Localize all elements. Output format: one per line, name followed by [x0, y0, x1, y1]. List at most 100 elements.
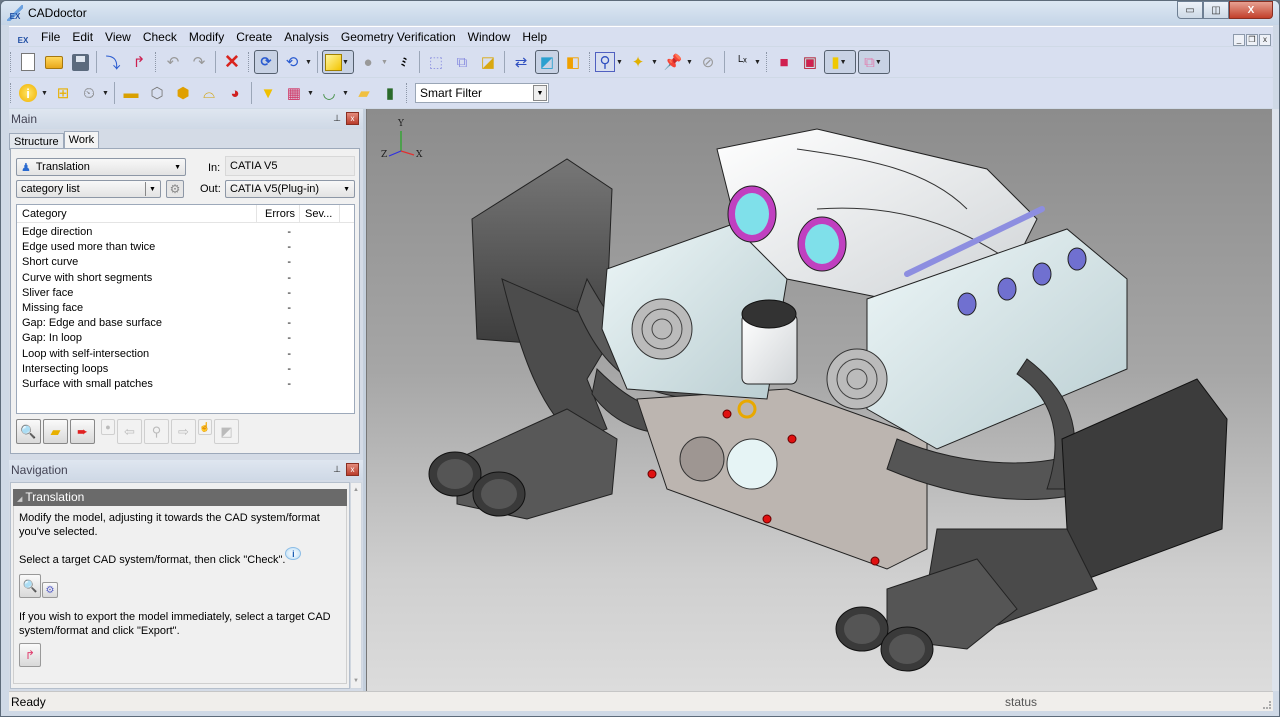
table-row[interactable]: Gap: In loop - — [17, 331, 354, 346]
panel-close-button[interactable]: x — [346, 463, 359, 476]
move-button[interactable]: ◧ — [561, 50, 585, 74]
scale-dropdown[interactable]: ▼ — [102, 90, 109, 97]
menu-analysis[interactable]: Analysis — [278, 27, 335, 47]
chevron-down-icon[interactable]: ▼ — [533, 85, 547, 101]
document-icon[interactable]: EX — [15, 29, 31, 45]
next-button[interactable]: ⇨ — [171, 419, 196, 444]
zoom-dropdown[interactable]: ▼ — [616, 59, 623, 66]
navigation-scrollbar[interactable]: ▲ ▼ — [350, 482, 362, 689]
radius-button[interactable]: ◕ — [223, 81, 247, 105]
menu-create[interactable]: Create — [230, 27, 278, 47]
info-dropdown[interactable]: ▼ — [41, 90, 48, 97]
sphere-dropdown[interactable]: ▼ — [381, 59, 388, 66]
align-button[interactable]: ◩ — [535, 50, 559, 74]
face-cube-button[interactable]: ⬢ — [171, 81, 195, 105]
color-book-button[interactable]: ▮ — [378, 81, 402, 105]
disabled-button[interactable]: ⊘ — [696, 50, 720, 74]
menu-window[interactable]: Window — [462, 27, 517, 47]
redo-button[interactable]: ↷ — [187, 50, 211, 74]
table-row[interactable]: Surface with small patches - — [17, 377, 354, 392]
table-row[interactable]: Edge direction - — [17, 225, 354, 240]
resize-grip[interactable] — [1263, 701, 1271, 709]
menu-modify[interactable]: Modify — [183, 27, 230, 47]
bulb-button[interactable]: ● — [101, 419, 115, 435]
scroll-up-icon[interactable]: ▲ — [353, 487, 359, 493]
menu-check[interactable]: Check — [137, 27, 183, 47]
export-button[interactable]: ↱ — [127, 50, 151, 74]
curvature-button[interactable]: ◡ — [317, 81, 341, 105]
select-green-button[interactable]: ▣ — [798, 50, 822, 74]
undo-button[interactable]: ↶ — [161, 50, 185, 74]
table-row[interactable]: Loop with self-intersection - — [17, 347, 354, 362]
open-button[interactable] — [42, 50, 66, 74]
nav-export-button[interactable]: ↱ — [19, 643, 41, 667]
delete-button[interactable]: ✕ — [220, 50, 244, 74]
previous-button[interactable]: ⇦ — [117, 419, 142, 444]
import-button[interactable]: ⤵ — [101, 50, 125, 74]
section-cube-button[interactable]: ◪ — [476, 50, 500, 74]
nav-settings-button[interactable]: ⚙ — [42, 582, 58, 598]
engine-model[interactable] — [367, 109, 1272, 691]
out-format-select[interactable]: CATIA V5(Plug-in) ▼ — [225, 180, 355, 198]
table-row[interactable]: Sliver face - — [17, 286, 354, 301]
table-row[interactable]: Intersecting loops - — [17, 362, 354, 377]
mdi-restore-button[interactable]: ❐ — [1246, 34, 1258, 46]
mesh-dropdown[interactable]: ▼ — [307, 90, 314, 97]
select-pink-button[interactable]: ⧉ ▼ — [858, 50, 890, 74]
info-button[interactable]: i — [16, 81, 40, 105]
info-icon[interactable]: i — [285, 547, 302, 560]
pin-dropdown[interactable]: ▼ — [686, 59, 693, 66]
box-button[interactable]: ▰ — [352, 81, 376, 105]
zoom-window-button[interactable]: ⚲ — [595, 52, 615, 72]
table-row[interactable]: Edge used more than twice - — [17, 240, 354, 255]
table-row[interactable]: Curve with short segments - — [17, 271, 354, 286]
curvature-dropdown[interactable]: ▼ — [342, 90, 349, 97]
edge-cube-button[interactable]: ⬡ — [145, 81, 169, 105]
nav-check-button[interactable]: 🔍 — [19, 574, 41, 598]
smart-filter-select[interactable]: Smart Filter ▼ — [415, 83, 549, 103]
transform-cube-button[interactable]: ⧉ — [450, 50, 474, 74]
find-button[interactable]: ⚲ — [144, 419, 169, 444]
pin-button[interactable]: 📌 — [661, 50, 685, 74]
panel-close-button[interactable]: x — [346, 112, 359, 125]
pin-icon[interactable]: ⊥ — [333, 464, 341, 475]
axis-button[interactable]: └ˣ — [729, 50, 753, 74]
scroll-down-icon[interactable]: ▼ — [353, 678, 359, 684]
export-fix-button[interactable]: ➨ — [70, 419, 95, 444]
select-yellow-button[interactable]: ▮ ▼ — [824, 50, 856, 74]
arc-measure-button[interactable]: ⌓ — [197, 81, 221, 105]
shaded-display-button[interactable]: ▼ — [322, 50, 354, 74]
mesh-button[interactable]: ▦ — [282, 81, 306, 105]
swap-button[interactable]: ⇄ — [509, 50, 533, 74]
table-row[interactable]: Short curve - — [17, 255, 354, 270]
table-row[interactable]: Gap: Edge and base surface - — [17, 316, 354, 331]
wire-cube-button[interactable]: ⬚ — [424, 50, 448, 74]
pointer-button[interactable]: ☝ — [198, 419, 212, 435]
auto-rotate-button[interactable]: ⟳ — [254, 50, 278, 74]
ruler-button[interactable]: ▬ — [119, 81, 143, 105]
view-orient-button[interactable]: ✦ — [626, 50, 650, 74]
cube-view-button[interactable]: ◩ — [214, 419, 239, 444]
close-button[interactable]: X — [1229, 1, 1273, 19]
triangle-face-button[interactable]: ▼ — [256, 81, 280, 105]
select-red-button[interactable]: ■ — [772, 50, 796, 74]
navigation-section-header[interactable]: ◢ Translation — [13, 489, 347, 506]
axis-dropdown[interactable]: ▼ — [754, 59, 761, 66]
pin-icon[interactable]: ⊥ — [333, 113, 341, 124]
view-select[interactable]: category list ▼ — [16, 180, 161, 198]
dimension-button[interactable]: ⊞ — [51, 81, 75, 105]
column-header-category[interactable]: Category — [17, 205, 257, 222]
save-button[interactable] — [68, 50, 92, 74]
sphere-display-button[interactable]: ● — [356, 50, 380, 74]
wireframe-button[interactable]: ﾐ — [391, 50, 415, 74]
menu-view[interactable]: View — [99, 27, 137, 47]
column-header-severity[interactable]: Sev... — [300, 205, 340, 222]
menu-edit[interactable]: Edit — [66, 27, 99, 47]
column-header-errors[interactable]: Errors — [257, 205, 300, 222]
new-file-button[interactable] — [16, 50, 40, 74]
menu-help[interactable]: Help — [516, 27, 553, 47]
table-row[interactable]: Missing face - — [17, 301, 354, 316]
menu-geometry-verification[interactable]: Geometry Verification — [335, 27, 462, 47]
3d-viewport[interactable]: Y X Z — [366, 109, 1272, 691]
settings-button[interactable]: ⚙ — [166, 180, 184, 198]
